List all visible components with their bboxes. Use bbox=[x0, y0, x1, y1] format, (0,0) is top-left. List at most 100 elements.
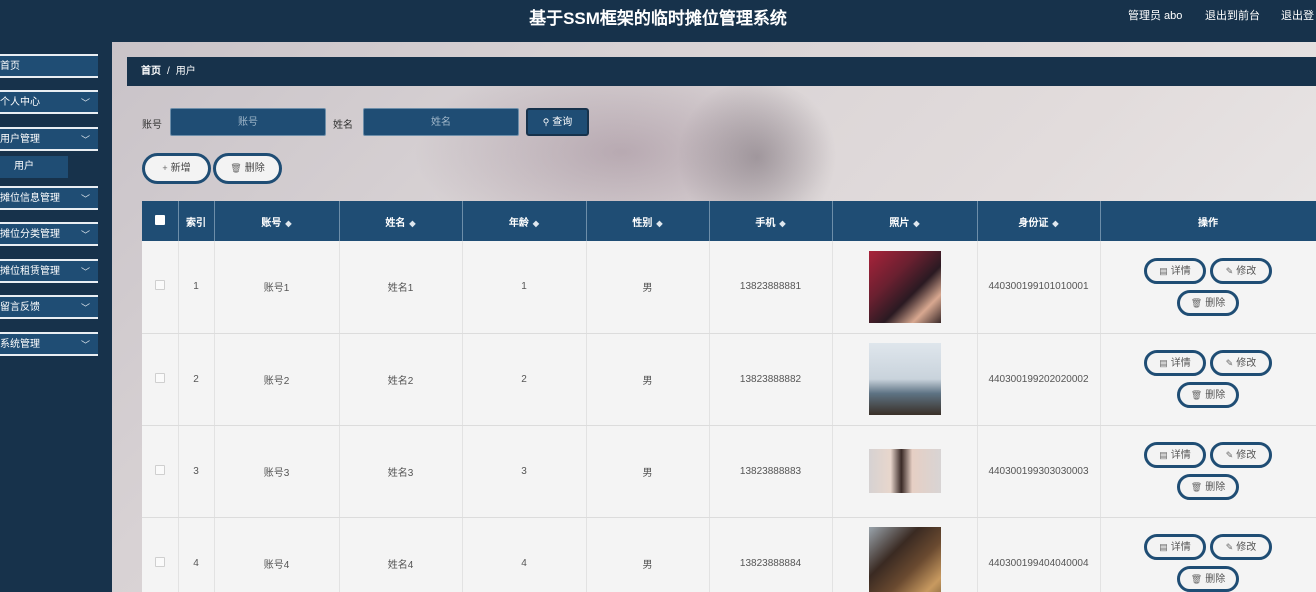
account-search-input[interactable] bbox=[170, 108, 326, 136]
breadcrumb-home[interactable]: 首页 bbox=[141, 66, 161, 77]
user-photo[interactable] bbox=[868, 527, 941, 592]
detail-button[interactable]: ▤ 详情 bbox=[1144, 257, 1206, 284]
sidebar-item-stall-info[interactable]: 摊位信息管理 ﹀ bbox=[0, 186, 98, 210]
sidebar-item-system[interactable]: 系统管理 ﹀ bbox=[0, 332, 98, 356]
chevron-down-icon: ﹀ bbox=[80, 267, 90, 277]
row-checkbox[interactable] bbox=[154, 556, 165, 567]
column-header-actions: 操作 bbox=[1100, 201, 1316, 241]
age-cell: 2 bbox=[462, 333, 587, 426]
sidebar-item-label: 摊位信息管理 bbox=[0, 193, 60, 204]
user-table: 索引 账号 ◆ 姓名 ◆ 年龄 ◆ 性别 ◆ 手机 ◆ 照片 ◆ 身份证 ◆ 操作 1 账号1… bbox=[142, 201, 1316, 592]
gender-cell: 男 bbox=[586, 241, 710, 334]
add-button-label: 新增 bbox=[170, 163, 191, 174]
detail-button[interactable]: ▤ 详情 bbox=[1144, 534, 1206, 560]
sidebar-item-stall-rental[interactable]: 摊位租赁管理 ﹀ bbox=[0, 259, 98, 283]
column-header-label: 操作 bbox=[1198, 217, 1218, 229]
row-select-cell[interactable] bbox=[142, 241, 179, 334]
column-header-label: 身份证 bbox=[1018, 217, 1049, 229]
name-cell: 姓名3 bbox=[339, 425, 463, 518]
user-photo[interactable] bbox=[868, 343, 941, 415]
chevron-down-icon: ﹀ bbox=[80, 135, 90, 145]
sort-icon[interactable]: ◆ bbox=[533, 219, 539, 228]
row-delete-button[interactable]: 🗑 删除 bbox=[1177, 474, 1239, 500]
sidebar-item-feedback[interactable]: 留言反馈 ﹀ bbox=[0, 295, 98, 319]
photo-cell bbox=[832, 517, 978, 592]
edit-button-label: 修改 bbox=[1236, 450, 1257, 461]
row-select-cell[interactable] bbox=[142, 517, 179, 592]
table-row: 2 账号2 姓名2 2 男 13823888882 44030019920202… bbox=[142, 333, 1316, 426]
actions-cell: ▤ 详情 ✎ 修改 🗑 删除 bbox=[1100, 333, 1316, 426]
column-header-label: 照片 bbox=[889, 217, 910, 229]
column-header-age[interactable]: 年龄 ◆ bbox=[462, 201, 587, 241]
sidebar-item-label: 用户管理 bbox=[0, 134, 40, 145]
select-all-checkbox[interactable] bbox=[154, 214, 165, 225]
row-select-cell[interactable] bbox=[142, 425, 179, 518]
row-select-cell[interactable] bbox=[142, 333, 179, 426]
column-header-gender[interactable]: 性别 ◆ bbox=[586, 201, 710, 241]
logout-link[interactable]: 退出登 bbox=[1281, 7, 1314, 23]
top-header: 基于SSM框架的临时摊位管理系统 管理员 abo 退出到前台 退出登 bbox=[0, 0, 1316, 42]
edit-button[interactable]: ✎ 修改 bbox=[1210, 534, 1272, 560]
sort-icon[interactable]: ◆ bbox=[285, 219, 291, 228]
edit-button[interactable]: ✎ 修改 bbox=[1210, 442, 1272, 468]
actions-cell: ▤ 详情 ✎ 修改 🗑 删除 bbox=[1100, 241, 1316, 334]
pencil-icon: ✎ bbox=[1225, 450, 1234, 460]
document-icon: ▤ bbox=[1159, 358, 1168, 368]
edit-button[interactable]: ✎ 修改 bbox=[1210, 257, 1272, 284]
user-photo[interactable] bbox=[868, 250, 941, 323]
sidebar-subitem-users[interactable]: 用户 bbox=[0, 156, 68, 178]
detail-button[interactable]: ▤ 详情 bbox=[1144, 350, 1206, 376]
actions-cell: ▤ 详情 ✎ 修改 🗑 删除 bbox=[1100, 517, 1316, 592]
user-photo[interactable] bbox=[868, 449, 941, 493]
sidebar-item-home[interactable]: 首页 bbox=[0, 54, 98, 78]
sidebar-item-user-management[interactable]: 用户管理 ﹀ bbox=[0, 127, 98, 151]
detail-button-label: 详情 bbox=[1170, 265, 1191, 277]
id-card-cell: 440300199101010001 bbox=[977, 241, 1101, 334]
main-content: 首页/用户 账号 姓名 ⚲查询 +新增 🗑删除 索引 账号◆ 姓名◆ 年龄◆ 性… bbox=[112, 42, 1316, 592]
index-cell: 3 bbox=[178, 425, 215, 518]
column-header-photo[interactable]: 照片 ◆ bbox=[832, 201, 978, 241]
column-header-name[interactable]: 姓名 ◆ bbox=[339, 201, 463, 241]
detail-button[interactable]: ▤ 详情 bbox=[1144, 442, 1206, 468]
sort-icon[interactable]: ◆ bbox=[913, 219, 919, 228]
row-checkbox[interactable] bbox=[154, 280, 165, 291]
column-header-id-card[interactable]: 身份证 ◆ bbox=[977, 201, 1101, 241]
row-checkbox[interactable] bbox=[154, 464, 165, 475]
name-search-input[interactable] bbox=[363, 108, 519, 136]
sort-icon[interactable]: ◆ bbox=[1052, 219, 1058, 228]
app-title: 基于SSM框架的临时摊位管理系统 bbox=[529, 9, 787, 28]
sort-icon[interactable]: ◆ bbox=[779, 219, 785, 228]
row-delete-button[interactable]: 🗑 删除 bbox=[1177, 382, 1239, 408]
column-header-label: 姓名 bbox=[385, 217, 406, 229]
query-button[interactable]: ⚲ 查询 bbox=[526, 108, 589, 136]
sort-icon[interactable]: ◆ bbox=[409, 219, 415, 228]
sort-icon[interactable]: ◆ bbox=[656, 219, 662, 228]
sidebar-item-personal-center[interactable]: 个人中心 ﹀ bbox=[0, 90, 98, 114]
breadcrumb-current: 用户 bbox=[175, 66, 196, 77]
row-checkbox[interactable] bbox=[154, 372, 165, 383]
breadcrumb: 首页 / 用户 bbox=[127, 57, 1316, 86]
chevron-down-icon: ﹀ bbox=[80, 98, 90, 108]
sidebar: 首页 个人中心 ﹀ 用户管理 ﹀ 用户 摊位信息管理 ﹀ 摊位分类管理 ﹀ 摊位租赁管理… bbox=[0, 42, 112, 592]
column-header-account[interactable]: 账号 ◆ bbox=[214, 201, 340, 241]
chevron-down-icon: ﹀ bbox=[80, 230, 90, 240]
column-header-phone[interactable]: 手机 ◆ bbox=[709, 201, 833, 241]
chevron-down-icon: ﹀ bbox=[80, 340, 90, 350]
edit-button-label: 修改 bbox=[1236, 265, 1257, 277]
edit-button[interactable]: ✎ 修改 bbox=[1210, 350, 1272, 376]
id-card-cell: 440300199404040004 bbox=[977, 517, 1101, 592]
select-all-header[interactable] bbox=[142, 201, 179, 241]
sidebar-item-stall-category[interactable]: 摊位分类管理 ﹀ bbox=[0, 222, 98, 246]
phone-cell: 13823888881 bbox=[709, 241, 833, 334]
column-header-label: 账号 bbox=[261, 217, 282, 229]
row-delete-button[interactable]: 🗑 删除 bbox=[1177, 566, 1239, 592]
row-delete-button[interactable]: 🗑 删除 bbox=[1177, 289, 1239, 316]
delete-button-label: 删除 bbox=[1205, 390, 1226, 401]
add-button[interactable]: + 新增 bbox=[142, 153, 211, 184]
back-to-front-link[interactable]: 退出到前台 bbox=[1205, 7, 1260, 23]
account-label: 账号 bbox=[142, 120, 162, 131]
table-row: 4 账号4 姓名4 4 男 13823888884 44030019940404… bbox=[142, 517, 1316, 592]
edit-button-label: 修改 bbox=[1236, 542, 1257, 553]
batch-delete-button[interactable]: 🗑 删除 bbox=[213, 153, 282, 184]
gender-cell: 男 bbox=[586, 333, 710, 426]
